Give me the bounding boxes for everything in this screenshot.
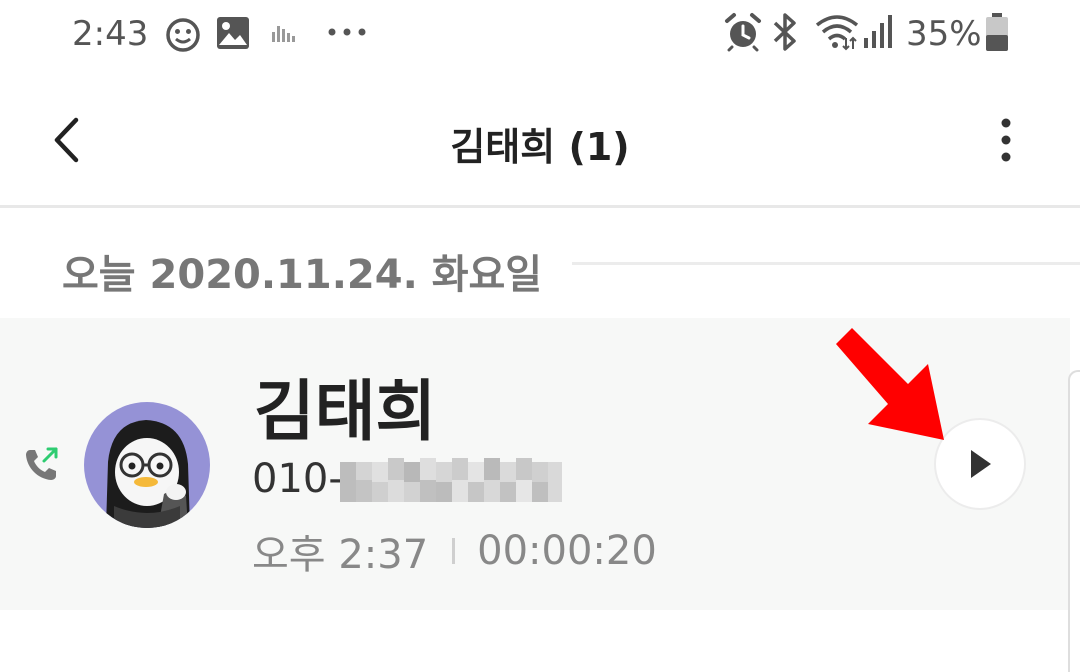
date-divider (572, 262, 1080, 265)
call-time: 오후 2:37 (252, 532, 429, 578)
red-arrow-annotation (836, 328, 944, 440)
more-options-button[interactable] (976, 102, 1036, 178)
call-meta: 오후 2:37 00:00:20 (252, 522, 657, 580)
phone-number-mosaic (340, 458, 562, 502)
avatar[interactable] (84, 402, 210, 528)
contact-name: 김태희 (254, 373, 437, 450)
battery-icon (986, 13, 1008, 51)
kebab-menu-icon (1001, 118, 1011, 162)
call-duration: 00:00:20 (477, 528, 657, 574)
gallery-icon (217, 17, 249, 49)
app-bar: 김태희 (1) (0, 72, 1080, 208)
page-title: 김태희 (1) (450, 125, 630, 169)
signal-icon (864, 15, 892, 48)
penguin-avatar-icon (106, 420, 190, 528)
smiley-icon (166, 18, 200, 52)
more-dots-icon (328, 28, 366, 36)
side-panel-edge (1068, 370, 1080, 672)
phone-number: 010- (252, 456, 343, 502)
wifi-icon (815, 15, 859, 51)
alarm-icon (725, 13, 761, 52)
outgoing-call-icon (26, 447, 58, 480)
play-icon (971, 450, 991, 478)
date-label: 오늘 2020.11.24. 화요일 (62, 252, 543, 298)
sound-wave-icon (272, 26, 295, 42)
status-time: 2:43 (72, 14, 149, 54)
bluetooth-icon (773, 13, 796, 51)
status-bar: 2:43 35% (0, 0, 1080, 72)
battery-percent: 35% (906, 14, 982, 54)
meta-divider (452, 538, 456, 564)
